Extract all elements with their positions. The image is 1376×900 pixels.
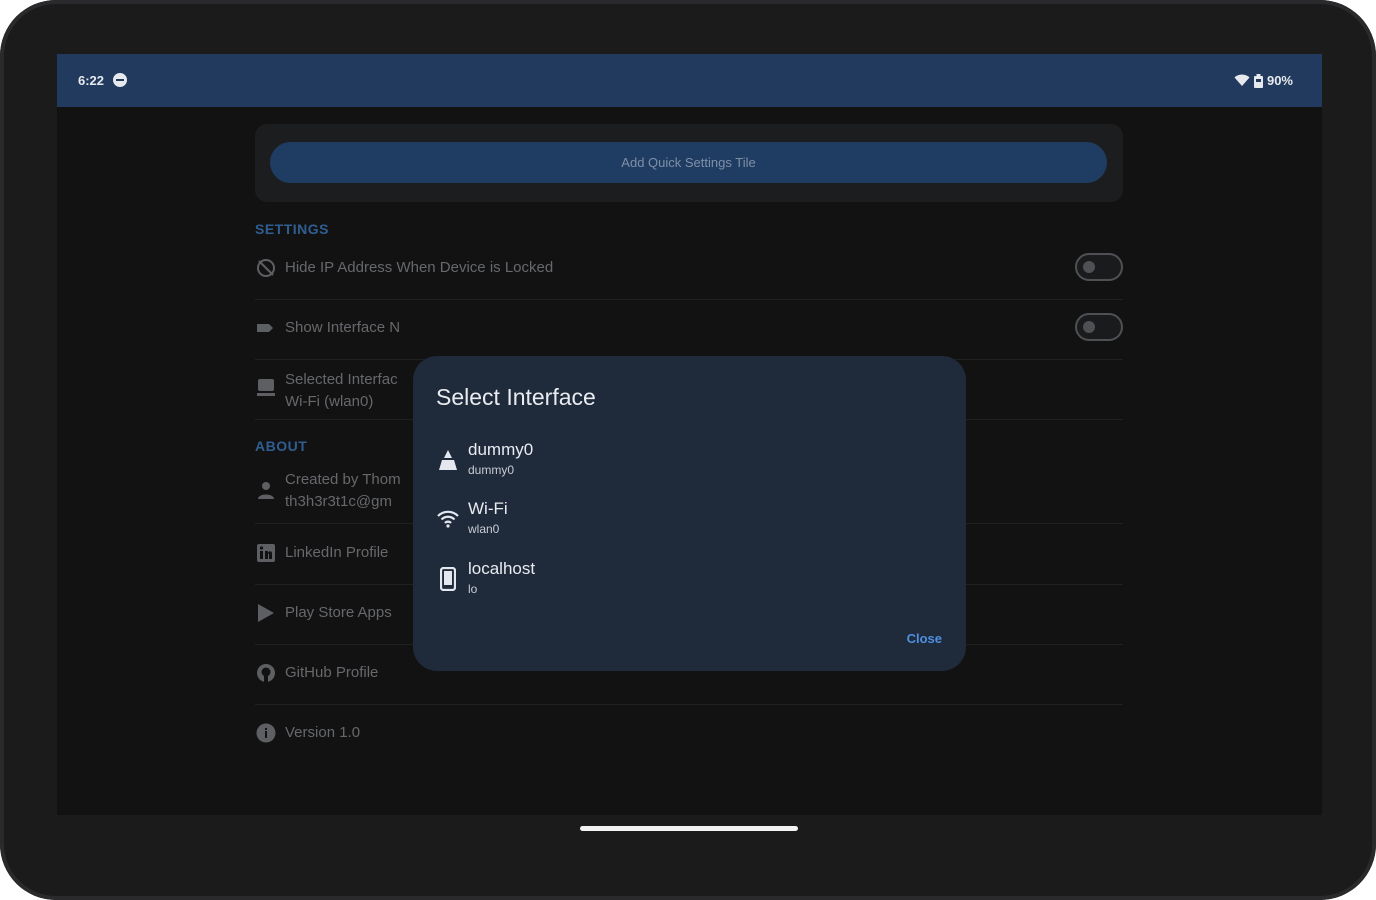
status-bar: 6:22 90%	[57, 54, 1322, 107]
device-icon	[255, 377, 277, 399]
setting-hide-ip[interactable]: Hide IP Address When Device is Locked	[255, 239, 1123, 300]
status-time: 6:22	[78, 73, 105, 88]
interface-name: Wi-Fi	[468, 499, 508, 518]
home-gesture-handle[interactable]	[580, 826, 798, 831]
info-icon	[255, 722, 277, 744]
navigation-bar	[0, 815, 1376, 855]
interface-name: localhost	[468, 559, 536, 578]
version-label: Version 1.0	[285, 724, 361, 741]
interface-id: wlan0	[468, 522, 500, 536]
phone-icon	[436, 567, 460, 591]
interface-name: dummy0	[468, 440, 534, 459]
linkedin-label: LinkedIn Profile	[285, 544, 389, 561]
wifi-icon	[436, 507, 460, 531]
setting-show-interface-label: Show Interface N	[285, 319, 401, 336]
play-store-label: Play Store Apps	[285, 604, 392, 621]
about-section-title: ABOUT	[255, 438, 308, 454]
main-content: Add Quick Settings Tile SETTINGS Hide IP…	[57, 107, 1322, 815]
created-by-email: th3h3r3t1c@gm	[285, 493, 392, 510]
setting-show-interface[interactable]: Show Interface N	[255, 299, 1123, 360]
quick-settings-card: Add Quick Settings Tile	[255, 124, 1123, 202]
close-button[interactable]: Close	[907, 631, 942, 646]
interface-option-dummy0[interactable]: dummy0 dummy0	[436, 438, 736, 488]
linkedin-icon	[255, 542, 277, 564]
wifi-icon	[1234, 74, 1250, 86]
github-icon	[255, 662, 277, 684]
interface-option-wifi[interactable]: Wi-Fi wlan0	[436, 497, 736, 547]
dialog-title: Select Interface	[436, 384, 596, 410]
battery-icon	[1253, 73, 1263, 88]
label-icon	[255, 317, 277, 339]
show-interface-toggle[interactable]	[1075, 313, 1123, 341]
dnd-icon	[113, 73, 127, 87]
play-icon	[255, 602, 277, 624]
hide-ip-toggle[interactable]	[1075, 253, 1123, 281]
selected-interface-value: Wi-Fi (wlan0)	[285, 393, 374, 410]
screen: 6:22 90% Add Quick Settings Tile SETTING…	[57, 54, 1322, 815]
select-interface-dialog: Select Interface dummy0 dummy0 Wi-Fi wla…	[413, 356, 966, 671]
setting-hide-ip-label: Hide IP Address When Device is Locked	[285, 259, 554, 276]
person-icon	[436, 448, 460, 472]
status-right: 90%	[1234, 73, 1293, 88]
tablet-frame: 6:22 90% Add Quick Settings Tile SETTING…	[0, 0, 1376, 900]
github-label: GitHub Profile	[285, 664, 379, 681]
about-version: Version 1.0	[255, 704, 1123, 764]
person-icon	[255, 479, 277, 501]
created-by-name: Created by Thom	[285, 471, 401, 488]
created-by-label: Created by Thom th3h3r3t1c@gm	[285, 469, 401, 513]
settings-section-title: SETTINGS	[255, 221, 330, 237]
battery-percent: 90%	[1266, 73, 1293, 88]
add-quick-settings-tile-button[interactable]: Add Quick Settings Tile	[270, 142, 1107, 183]
setting-selected-interface-label: Selected Interfac Wi-Fi (wlan0)	[285, 369, 398, 413]
hide-icon	[255, 257, 277, 279]
interface-id: dummy0	[468, 463, 515, 477]
interface-option-localhost[interactable]: localhost lo	[436, 557, 736, 607]
interface-id: lo	[468, 582, 478, 596]
selected-interface-title: Selected Interfac	[285, 371, 398, 388]
